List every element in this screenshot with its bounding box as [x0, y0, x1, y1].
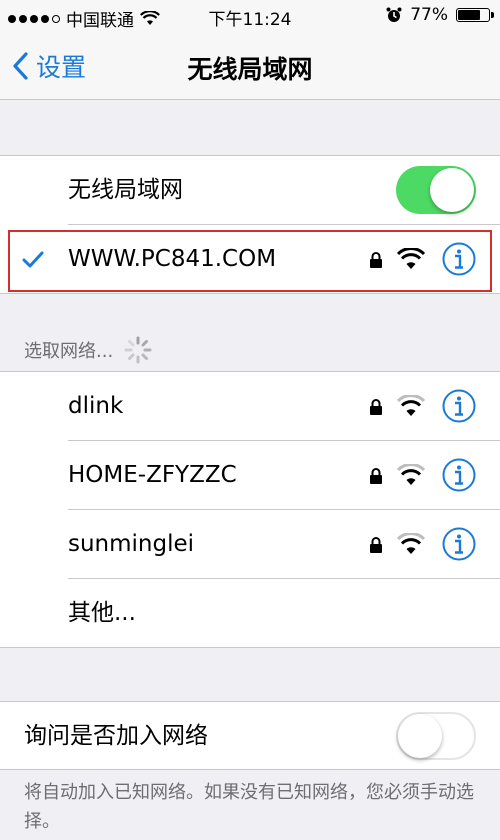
navigation-bar: 设置 无线局域网 [0, 34, 500, 100]
wifi-signal-icon [397, 464, 425, 485]
choose-network-header: 选取网络... [24, 335, 153, 365]
wifi-signal-icon [397, 395, 425, 416]
highlight-box [8, 230, 492, 292]
network-row-home-zfyzzc[interactable]: HOME-ZFYZZC [0, 441, 500, 510]
loading-spinner-icon [124, 336, 152, 364]
battery-icon [456, 8, 494, 22]
battery-fill [458, 10, 480, 20]
ask-to-join-row: 询问是否加入网络 [0, 702, 500, 771]
ask-to-join-group: 询问是否加入网络 [0, 701, 500, 770]
page-title: 无线局域网 [187, 55, 313, 84]
status-right: 77% [386, 5, 494, 25]
choose-network-label: 选取网络... [24, 341, 114, 362]
info-icon[interactable] [442, 527, 476, 561]
network-row-sunminglei[interactable]: sunminglei [0, 510, 500, 579]
info-icon[interactable] [442, 389, 476, 423]
network-name: sunminglei [68, 531, 195, 557]
ask-to-join-switch[interactable] [396, 712, 476, 760]
ask-to-join-description: 将自动加入已知网络。如果没有已知网络，您必须手动选择。 [24, 782, 474, 832]
network-list: dlink HOME-ZFYZZC sunminglei 其他... [0, 371, 500, 648]
wifi-toggle-label: 无线局域网 [68, 177, 183, 203]
wifi-signal-icon [397, 533, 425, 554]
lock-icon [370, 537, 382, 553]
ask-to-join-label: 询问是否加入网络 [24, 723, 208, 749]
alarm-clock-icon [386, 7, 402, 22]
other-network-label: 其他... [68, 600, 136, 626]
network-row-dlink[interactable]: dlink [0, 372, 500, 441]
network-name: HOME-ZFYZZC [68, 462, 237, 488]
wifi-toggle-row: 无线局域网 [0, 156, 500, 225]
battery-percent: 77% [410, 5, 448, 25]
lock-icon [370, 468, 382, 484]
other-network-row[interactable]: 其他... [0, 579, 500, 648]
network-name: dlink [68, 393, 124, 419]
info-icon[interactable] [442, 458, 476, 492]
wifi-toggle-switch[interactable] [396, 166, 476, 214]
lock-icon [370, 399, 382, 415]
status-bar: 中国联通 下午11:24 77% [0, 0, 500, 34]
